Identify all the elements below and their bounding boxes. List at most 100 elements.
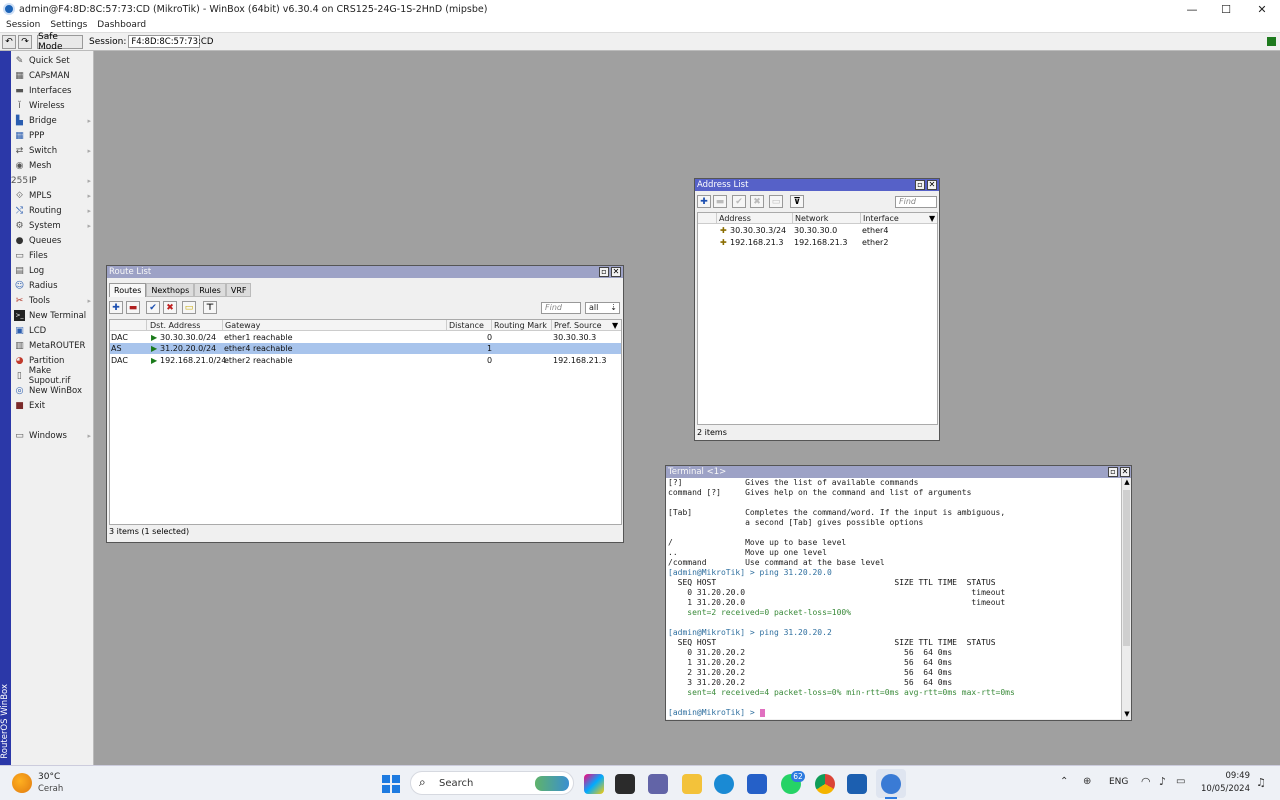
- undo-icon[interactable]: ↶: [2, 34, 16, 49]
- start-icon[interactable]: [382, 775, 400, 793]
- scroll-down-icon[interactable]: ▼: [1122, 710, 1132, 719]
- table-row[interactable]: ✚ 30.30.30.3/24 30.30.30.0 ether4: [698, 225, 937, 236]
- comment-button[interactable]: ▭: [182, 301, 196, 314]
- tab-vrf[interactable]: VRF: [225, 283, 252, 297]
- sidebar-item-windows[interactable]: ▭ Windows ▸: [11, 428, 94, 443]
- route-list-titlebar[interactable]: Route List: [107, 266, 623, 278]
- sidebar-item-make-supout[interactable]: ▯ Make Supout.rif: [11, 366, 94, 386]
- winbox-taskbar-icon[interactable]: [881, 774, 901, 794]
- redo-icon[interactable]: ↷: [18, 34, 32, 49]
- weather-temp[interactable]: 30°C: [38, 772, 60, 782]
- sidebar-item-wireless[interactable]: ǐ Wireless: [11, 98, 94, 113]
- disable-button[interactable]: ✖: [163, 301, 177, 314]
- session-field[interactable]: F4:8D:8C:57:73:CD: [128, 35, 213, 48]
- column-menu-icon[interactable]: ▼: [929, 214, 935, 223]
- add-button[interactable]: ✚: [697, 195, 711, 208]
- sidebar-item-bridge[interactable]: ▙ Bridge ▸: [11, 113, 94, 128]
- filter-icon[interactable]: ⊽: [790, 195, 804, 208]
- address-find-input[interactable]: Find: [895, 196, 937, 208]
- sidebar-item-queues[interactable]: ● Queues: [11, 233, 94, 248]
- col-interface[interactable]: Interface: [861, 213, 927, 224]
- terminal-output[interactable]: [?] Gives the list of available commands…: [666, 478, 1121, 719]
- sidebar-item-tools[interactable]: ✂ Tools ▸: [11, 293, 94, 308]
- edge-icon[interactable]: [714, 774, 734, 794]
- chrome-icon[interactable]: [815, 774, 835, 794]
- network-tray-icon[interactable]: ⊕: [1083, 776, 1091, 787]
- address-list-maximize-button[interactable]: ▫: [915, 180, 925, 190]
- sidebar-item-exit[interactable]: ■ Exit: [11, 398, 94, 413]
- sidebar-item-ip[interactable]: 255 IP ▸: [11, 173, 94, 188]
- sidebar-item-capsman[interactable]: ▦ CAPsMAN: [11, 68, 94, 83]
- close-button[interactable]: ✕: [1245, 0, 1279, 18]
- clock-time[interactable]: 09:49: [1198, 771, 1251, 781]
- route-list-close-button[interactable]: ✕: [611, 267, 621, 277]
- volume-icon[interactable]: ♪: [1159, 775, 1166, 788]
- menu-settings[interactable]: Settings: [50, 20, 87, 30]
- add-button[interactable]: ✚: [109, 301, 123, 314]
- col-gateway[interactable]: Gateway: [223, 320, 447, 331]
- sidebar-item-radius[interactable]: ☺ Radius: [11, 278, 94, 293]
- sidebar-item-mesh[interactable]: ◉ Mesh: [11, 158, 94, 173]
- scroll-thumb[interactable]: [1123, 490, 1130, 646]
- maximize-button[interactable]: ☐: [1209, 0, 1243, 18]
- minimize-button[interactable]: —: [1175, 0, 1209, 18]
- sidebar-item-log[interactable]: ▤ Log: [11, 263, 94, 278]
- sidebar-item-new-winbox[interactable]: ◎ New WinBox: [11, 383, 94, 398]
- scroll-up-icon[interactable]: ▲: [1122, 478, 1132, 487]
- tab-rules[interactable]: Rules: [194, 283, 226, 297]
- weather-desc[interactable]: Cerah: [38, 784, 63, 794]
- teams-icon[interactable]: [648, 774, 668, 794]
- table-row[interactable]: DAC ▶ 192.168.21.0/24 ether2 reachable 0…: [110, 355, 621, 366]
- address-list-titlebar[interactable]: Address List: [695, 179, 939, 191]
- copilot-icon[interactable]: [584, 774, 604, 794]
- sidebar-item-quick-set[interactable]: ✎ Quick Set: [11, 53, 94, 68]
- sidebar-item-ppp[interactable]: ▦ PPP: [11, 128, 94, 143]
- terminal-scrollbar[interactable]: ▲ ▼: [1121, 478, 1131, 720]
- file-explorer-icon[interactable]: [682, 774, 702, 794]
- store-icon[interactable]: [747, 774, 767, 794]
- remove-button[interactable]: ▬: [713, 195, 727, 208]
- terminal-maximize-button[interactable]: ▫: [1108, 467, 1118, 477]
- col-routing-mark[interactable]: Routing Mark: [492, 320, 552, 331]
- sidebar-item-metarouter[interactable]: ▥ MetaROUTER: [11, 338, 94, 353]
- menu-dashboard[interactable]: Dashboard: [97, 20, 146, 30]
- col-network[interactable]: Network: [793, 213, 861, 224]
- address-list-close-button[interactable]: ✕: [927, 180, 937, 190]
- sidebar-item-system[interactable]: ⚙ System ▸: [11, 218, 94, 233]
- filter-button[interactable]: ⊤: [203, 301, 217, 314]
- sidebar-item-switch[interactable]: ⇄ Switch ▸: [11, 143, 94, 158]
- route-list-maximize-button[interactable]: ▫: [599, 267, 609, 277]
- col-pref-source[interactable]: Pref. Source: [552, 320, 612, 331]
- weather-icon[interactable]: [12, 773, 32, 793]
- enable-button[interactable]: ✔: [732, 195, 746, 208]
- safe-mode-button[interactable]: Safe Mode: [37, 32, 83, 52]
- battery-icon[interactable]: ▭: [1176, 776, 1185, 787]
- comment-button[interactable]: ▭: [769, 195, 783, 208]
- sidebar-item-interfaces[interactable]: ▬ Interfaces: [11, 83, 94, 98]
- enable-button[interactable]: ✔: [146, 301, 160, 314]
- wifi-icon[interactable]: ◠: [1141, 775, 1151, 788]
- disable-button[interactable]: ✖: [750, 195, 764, 208]
- task-view-icon[interactable]: [615, 774, 635, 794]
- column-menu-icon[interactable]: ▼: [612, 321, 618, 330]
- route-filter-select[interactable]: all ⇣: [585, 302, 620, 314]
- table-row[interactable]: ✚ 192.168.21.3 192.168.21.3 ether2: [698, 237, 937, 248]
- remove-button[interactable]: ▬: [126, 301, 140, 314]
- chevron-up-icon[interactable]: ⌃: [1060, 776, 1068, 787]
- remote-desktop-icon[interactable]: [847, 774, 867, 794]
- col-address[interactable]: Address: [717, 213, 793, 224]
- table-row[interactable]: DAC ▶ 30.30.30.0/24 ether1 reachable 0 3…: [110, 332, 621, 343]
- col-dst-address[interactable]: Dst. Address: [148, 320, 223, 331]
- clock-date[interactable]: 10/05/2024: [1198, 784, 1250, 794]
- sidebar-item-mpls[interactable]: ⟐ MPLS ▸: [11, 188, 94, 203]
- language-indicator[interactable]: ENG: [1109, 777, 1128, 787]
- menu-session[interactable]: Session: [6, 20, 40, 30]
- terminal-titlebar[interactable]: Terminal <1>: [666, 466, 1131, 478]
- tab-nexthops[interactable]: Nexthops: [146, 283, 195, 297]
- table-row-selected[interactable]: AS ▶ 31.20.20.0/24 ether4 reachable 1: [110, 343, 621, 354]
- col-flags[interactable]: [110, 320, 147, 331]
- sidebar-item-new-terminal[interactable]: >_ New Terminal: [11, 308, 94, 323]
- col-distance[interactable]: Distance: [447, 320, 492, 331]
- route-find-input[interactable]: Find: [541, 302, 581, 314]
- notification-bell-icon[interactable]: ♫: [1256, 776, 1266, 789]
